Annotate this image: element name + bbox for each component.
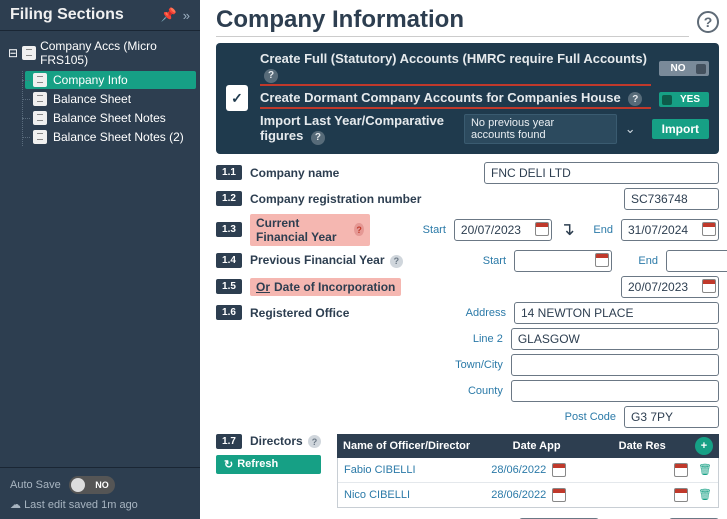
- page-title: Company Information: [216, 6, 689, 37]
- calendar-icon[interactable]: [674, 488, 688, 502]
- crn-input[interactable]: [624, 188, 719, 210]
- reg-office-label: Registered Office: [250, 306, 430, 320]
- postcode-label: Post Code: [556, 411, 616, 423]
- dormant-accounts-toggle[interactable]: YES: [659, 92, 709, 107]
- town-label: Town/City: [443, 359, 503, 371]
- officer-date-app: 28/06/2022: [491, 464, 546, 476]
- end-label: End: [583, 224, 613, 236]
- doi-label: Or Date of Incorporation: [250, 278, 401, 296]
- field-number: 1.5: [216, 279, 242, 294]
- field-number: 1.1: [216, 165, 242, 180]
- county-input[interactable]: [511, 380, 719, 402]
- officer-row: Nico CIBELLI 28/06/2022 🗑: [338, 483, 718, 507]
- tree-item-bs-notes[interactable]: Balance Sheet Notes: [25, 109, 196, 127]
- town-input[interactable]: [511, 354, 719, 376]
- sidebar-title: Filing Sections: [10, 6, 155, 24]
- autosave-label: Auto Save: [10, 479, 61, 491]
- calendar-icon[interactable]: [552, 488, 566, 502]
- tree-item-label: Company Info: [53, 73, 128, 87]
- last-edit-label: ☁ Last edit saved 1m ago: [10, 498, 190, 511]
- officer-date-app: 28/06/2022: [491, 489, 546, 501]
- line2-input[interactable]: [511, 328, 719, 350]
- chevron-down-icon: ⌄: [625, 121, 636, 137]
- full-accounts-toggle[interactable]: NO: [659, 61, 709, 76]
- tree-item-bs-notes-2[interactable]: Balance Sheet Notes (2): [25, 128, 196, 146]
- start-label: Start: [446, 255, 506, 267]
- tree-root-label: Company Accs (Micro FRS105): [40, 39, 196, 67]
- help-icon[interactable]: ?: [311, 131, 325, 145]
- col-date-res: Date Res: [589, 440, 695, 452]
- company-name-label: Company name: [250, 166, 430, 180]
- doc-icon: [33, 92, 47, 106]
- tree-root[interactable]: ⊟ Company Accs (Micro FRS105): [8, 39, 196, 67]
- import-select[interactable]: No previous year accounts found: [464, 114, 617, 144]
- help-icon[interactable]: ?: [354, 223, 363, 236]
- county-label: County: [443, 385, 503, 397]
- tree-item-balance-sheet[interactable]: Balance Sheet: [25, 90, 196, 108]
- col-name: Name of Officer/Director: [343, 440, 484, 452]
- directors-label: Directors ?: [250, 434, 321, 449]
- tree-item-label: Balance Sheet Notes (2): [53, 130, 184, 144]
- doc-icon: [33, 130, 47, 144]
- doc-icon: [33, 73, 47, 87]
- company-name-input[interactable]: [484, 162, 719, 184]
- line2-label: Line 2: [443, 333, 503, 345]
- calendar-icon[interactable]: [535, 222, 549, 236]
- import-button[interactable]: Import: [652, 119, 709, 139]
- help-icon[interactable]: ?: [628, 92, 642, 106]
- col-date-app: Date App: [484, 440, 590, 452]
- address-input[interactable]: [514, 302, 719, 324]
- field-number: 1.2: [216, 191, 242, 206]
- collapse-icon: ⊟: [8, 46, 18, 60]
- officer-name: Fabio CIBELLI: [344, 464, 491, 476]
- calendar-icon[interactable]: [552, 463, 566, 477]
- expand-icon[interactable]: »: [183, 8, 190, 23]
- doc-icon: [22, 46, 36, 60]
- end-label: End: [628, 255, 658, 267]
- tree-item-label: Balance Sheet: [53, 92, 131, 106]
- tree-item-label: Balance Sheet Notes: [53, 111, 166, 125]
- pfy-label: Previous Financial Year ?: [250, 253, 430, 268]
- delete-icon[interactable]: 🗑: [698, 488, 712, 501]
- options-callout: Create Full (Statutory) Accounts (HMRC r…: [216, 43, 719, 154]
- delete-icon[interactable]: 🗑: [698, 463, 712, 476]
- field-number: 1.3: [216, 222, 242, 237]
- help-icon[interactable]: ?: [390, 255, 403, 268]
- doc-icon: [33, 111, 47, 125]
- calendar-icon[interactable]: [595, 253, 609, 267]
- officers-header: Name of Officer/Director Date App Date R…: [337, 434, 719, 458]
- officer-name: Nico CIBELLI: [344, 489, 491, 501]
- calendar-icon[interactable]: [674, 463, 688, 477]
- address-label: Address: [446, 307, 506, 319]
- dormant-accounts-label: Create Dormant Company Accounts for Comp…: [260, 90, 651, 110]
- add-officer-button[interactable]: +: [695, 437, 713, 455]
- field-number: 1.6: [216, 305, 242, 320]
- arrow-down-icon: ↴: [560, 219, 575, 240]
- tree-item-company-info[interactable]: Company Info: [25, 71, 196, 89]
- checklist-icon: [226, 85, 248, 111]
- calendar-icon[interactable]: [702, 279, 716, 293]
- help-icon[interactable]: ?: [308, 435, 321, 448]
- pfy-end-input[interactable]: [666, 250, 727, 272]
- field-number: 1.4: [216, 253, 242, 268]
- autosave-toggle[interactable]: NO: [69, 476, 115, 494]
- help-icon[interactable]: ?: [697, 11, 719, 33]
- postcode-input[interactable]: [624, 406, 719, 428]
- help-icon[interactable]: ?: [264, 69, 278, 83]
- calendar-icon[interactable]: [702, 222, 716, 236]
- start-label: Start: [386, 224, 446, 236]
- officer-row: Fabio CIBELLI 28/06/2022 🗑: [338, 458, 718, 483]
- crn-label: Company registration number: [250, 192, 430, 206]
- refresh-button[interactable]: ↻ Refresh: [216, 455, 321, 474]
- pin-icon[interactable]: 📌: [161, 7, 177, 23]
- import-label: Import Last Year/Comparative figures ?: [260, 113, 456, 146]
- field-number: 1.7: [216, 434, 242, 449]
- full-accounts-label: Create Full (Statutory) Accounts (HMRC r…: [260, 51, 651, 86]
- cfy-label: Current Financial Year ?: [250, 214, 370, 246]
